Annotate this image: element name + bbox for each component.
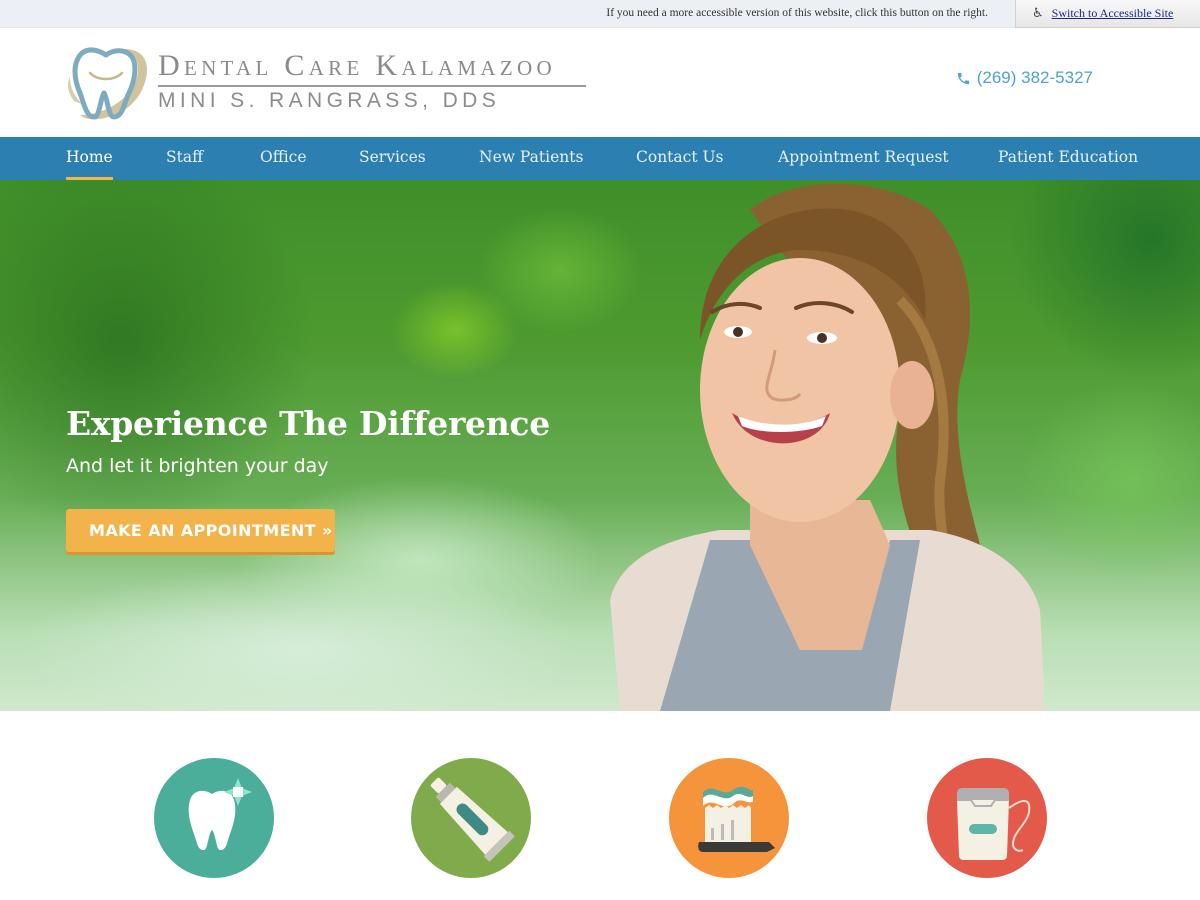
accessibility-bar: If you need a more accessible version of… xyxy=(0,0,1200,28)
feature-toothbrush[interactable] xyxy=(669,758,789,878)
nav-item-appointment-request[interactable]: Appointment Request xyxy=(778,137,949,180)
feature-toothpaste[interactable] xyxy=(411,758,531,878)
feature-floss[interactable] xyxy=(927,758,1047,878)
feature-icons-row xyxy=(0,711,1200,900)
site-logo[interactable]: Dental Care Kalamazoo MINI S. RANGRASS, … xyxy=(64,43,594,123)
nav-item-services[interactable]: Services xyxy=(359,137,426,180)
nav-item-office[interactable]: Office xyxy=(260,137,307,180)
hero-banner: Experience The Difference And let it bri… xyxy=(0,180,1200,711)
phone-number: (269) 382-5327 xyxy=(976,68,1093,87)
logo-title: Dental Care Kalamazoo xyxy=(158,49,556,82)
tooth-logo-icon xyxy=(67,47,148,120)
smiling-woman-photo xyxy=(610,183,1045,711)
sparkling-tooth-icon xyxy=(154,758,274,878)
phone-icon xyxy=(957,72,969,84)
main-nav: Home Staff Office Services New Patients … xyxy=(0,137,1200,180)
phone-link[interactable]: (269) 382-5327 xyxy=(956,68,1093,88)
hero-title: Experience The Difference xyxy=(66,404,550,443)
nav-item-patient-education[interactable]: Patient Education xyxy=(998,137,1138,180)
nav-item-contact-us[interactable]: Contact Us xyxy=(636,137,724,180)
dental-floss-icon xyxy=(927,758,1047,878)
switch-to-accessible-site-label: Switch to Accessible Site xyxy=(1051,6,1174,20)
wheelchair-icon: ♿︎ xyxy=(1032,6,1044,21)
nav-item-new-patients[interactable]: New Patients xyxy=(479,137,583,180)
toothbrush-icon xyxy=(669,758,789,878)
site-header: Dental Care Kalamazoo MINI S. RANGRASS, … xyxy=(0,28,1200,137)
logo-divider xyxy=(158,85,586,87)
nav-item-home[interactable]: Home xyxy=(66,137,113,180)
feature-sparkling-tooth[interactable] xyxy=(154,758,274,878)
nav-item-staff[interactable]: Staff xyxy=(166,137,203,180)
make-appointment-button[interactable]: MAKE AN APPOINTMENT » xyxy=(66,509,335,552)
hero-subtitle: And let it brighten your day xyxy=(66,455,329,477)
switch-to-accessible-site-button[interactable]: ♿︎ Switch to Accessible Site xyxy=(1015,0,1200,28)
toothpaste-tube-icon xyxy=(411,758,531,878)
accessibility-message: If you need a more accessible version of… xyxy=(606,7,988,19)
logo-subtitle: MINI S. RANGRASS, DDS xyxy=(158,89,501,112)
